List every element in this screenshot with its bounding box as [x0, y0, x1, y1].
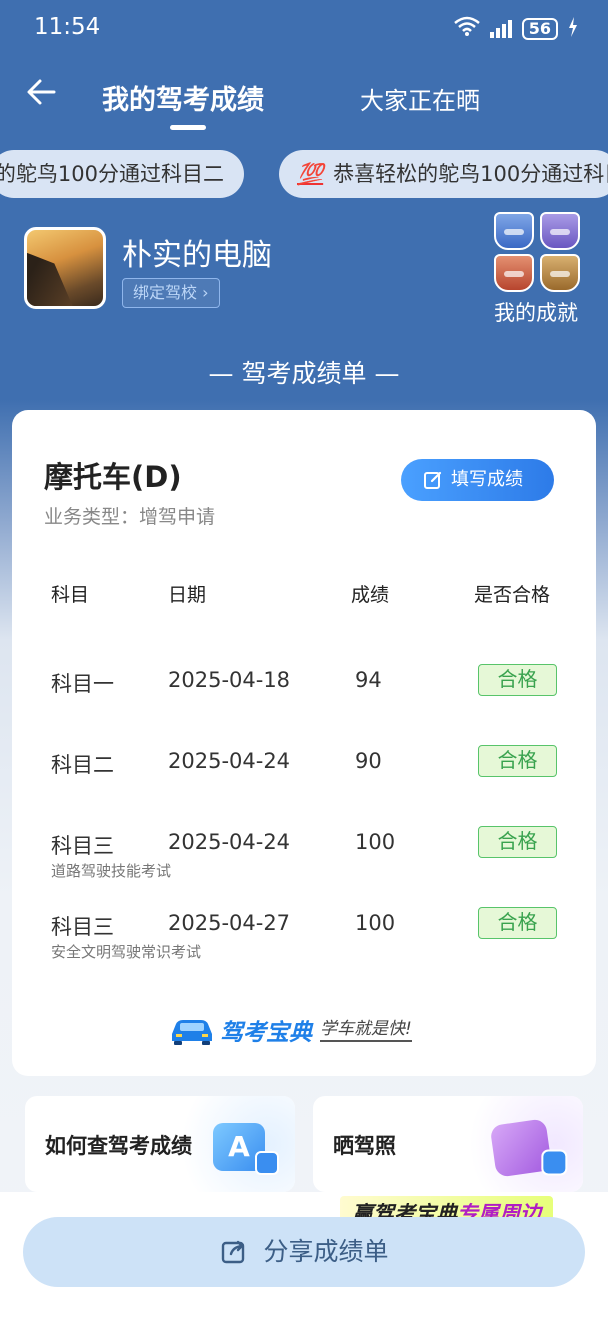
share-icon	[221, 1240, 244, 1264]
row-date: 2025-04-18	[168, 668, 291, 692]
my-achievements-link[interactable]: 我的成就	[494, 297, 578, 327]
pass-badge: 合格	[478, 907, 557, 939]
photo-icon	[489, 1118, 568, 1178]
header-subject: 科目	[51, 584, 90, 606]
header-score: 成绩	[351, 584, 390, 606]
tab-everyone-sharing[interactable]: 大家正在晒	[360, 81, 480, 116]
wifi-icon	[453, 16, 480, 41]
row-note: 道路驾驶技能考试	[51, 862, 172, 880]
show-license-card[interactable]: 晒驾照	[313, 1096, 583, 1192]
brand-logo: 驾考宝典 学车就是快!	[168, 1013, 412, 1047]
badge-icon	[540, 254, 580, 292]
avatar[interactable]	[24, 227, 106, 309]
row-note: 安全文明驾驶常识考试	[51, 943, 202, 961]
section-title: — 驾考成绩单 —	[208, 359, 400, 388]
row-subject: 科目二	[51, 753, 114, 777]
row-score: 94	[355, 668, 382, 692]
how-to-check-label: 如何查驾考成绩	[45, 1134, 192, 1158]
badge-icon	[494, 212, 534, 250]
battery-icon: 56	[521, 17, 558, 40]
bind-school-button[interactable]: 绑定驾校 ›	[122, 278, 220, 308]
business-type: 业务类型：增驾申请	[44, 506, 216, 528]
badge-icon	[540, 212, 580, 250]
row-subject: 科目三	[51, 834, 114, 858]
edit-icon	[424, 471, 442, 489]
icon-letter: A	[228, 1130, 250, 1163]
row-date: 2025-04-24	[168, 830, 291, 854]
share-label: 分享成绩单	[263, 1237, 389, 1266]
username: 朴实的电脑	[122, 238, 272, 273]
search-doc-icon: A	[213, 1123, 279, 1175]
fill-score-label: 填写成绩	[451, 469, 523, 490]
status-time: 11:54	[34, 14, 101, 40]
row-score: 100	[355, 911, 396, 935]
brand-slogan: 学车就是快!	[320, 1018, 412, 1042]
ticker-item[interactable]: 💯 恭喜轻松的鸵鸟100分通过科目	[279, 150, 608, 198]
row-subject: 科目一	[51, 672, 114, 696]
row-subject: 科目三	[51, 915, 114, 939]
pass-badge: 合格	[478, 826, 557, 858]
status-icons: 56	[453, 16, 578, 41]
ticker-text: 恭喜轻松的鸵鸟100分通过科目	[333, 162, 608, 186]
hundred-points-icon: 💯	[297, 162, 324, 186]
row-score: 90	[355, 749, 382, 773]
back-button[interactable]	[24, 74, 64, 114]
car-icon	[172, 1020, 212, 1045]
charging-icon	[568, 16, 578, 41]
ticker-item[interactable]: 的鸵鸟100分通过科目二	[0, 150, 244, 198]
header-pass: 是否合格	[474, 584, 551, 606]
tab-my-scores[interactable]: 我的驾考成绩	[102, 78, 264, 117]
show-license-label: 晒驾照	[333, 1134, 396, 1158]
badge-icon	[494, 254, 534, 292]
row-score: 100	[355, 830, 396, 854]
brand-name: 驾考宝典	[220, 1020, 312, 1046]
how-to-check-card[interactable]: 如何查驾考成绩 A	[25, 1096, 295, 1192]
ticker-text: 的鸵鸟100分通过科目二	[0, 162, 224, 186]
pass-badge: 合格	[478, 745, 557, 777]
achievement-badges[interactable]	[494, 212, 584, 292]
arrow-left-icon	[27, 79, 56, 105]
share-button[interactable]: 分享成绩单	[23, 1217, 585, 1287]
row-date: 2025-04-24	[168, 749, 291, 773]
signal-icon	[489, 19, 512, 38]
header-date: 日期	[168, 584, 207, 606]
fill-score-button[interactable]: 填写成绩	[401, 459, 554, 501]
active-tab-indicator	[170, 125, 206, 130]
vehicle-type: 摩托车(D)	[44, 460, 182, 494]
row-date: 2025-04-27	[168, 911, 291, 935]
pass-badge: 合格	[478, 664, 557, 696]
